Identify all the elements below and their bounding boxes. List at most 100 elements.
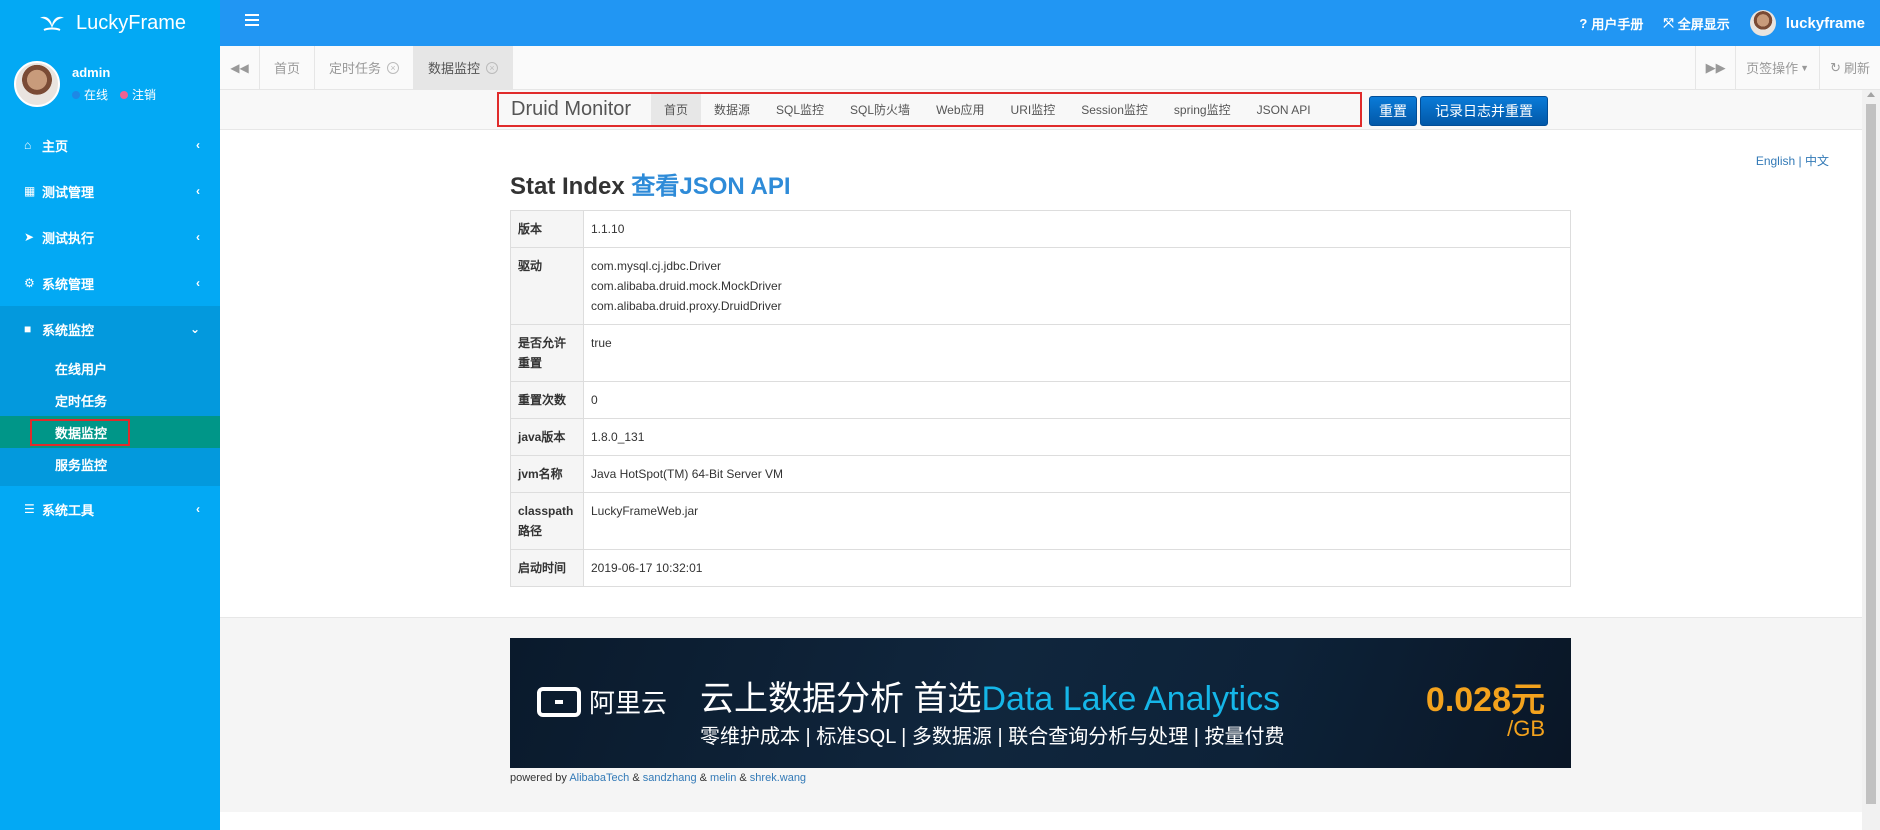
amp-separator: &: [632, 772, 640, 784]
content-scrollbar[interactable]: [1862, 90, 1880, 830]
online-status: 在线: [84, 88, 109, 102]
druid-nav-wall[interactable]: SQL防火墙: [837, 94, 923, 125]
sidebar-item-system-management[interactable]: ⚙ 系统管理 ‹: [0, 260, 220, 306]
row-value: 1.1.10: [583, 210, 1571, 248]
chevron-left-icon: ‹: [196, 276, 200, 290]
chevron-left-icon: ‹: [196, 230, 200, 244]
refresh-icon: ↻: [1830, 59, 1841, 75]
powered-prefix: powered by: [510, 772, 567, 784]
table-row: 版本 1.1.10: [510, 210, 1571, 248]
view-json-api-link[interactable]: 查看JSON API: [631, 173, 790, 200]
row-key: 是否允许重置: [510, 324, 584, 382]
submenu-label: 数据监控: [55, 425, 108, 441]
tab-home[interactable]: 首页: [260, 46, 316, 89]
user-name: admin: [72, 65, 111, 80]
sidebar-item-test-execution[interactable]: ➤ 测试执行 ‹: [0, 214, 220, 260]
close-icon[interactable]: ×: [387, 61, 400, 74]
stat-index-title: Stat Index: [510, 173, 625, 200]
chevron-left-icon: ‹: [196, 184, 200, 198]
online-dot-icon: [72, 90, 80, 99]
paper-plane-icon: ➤: [24, 230, 35, 244]
refresh-button[interactable]: ↻ 刷新: [1819, 46, 1880, 89]
author-link[interactable]: melin: [710, 772, 736, 784]
row-key: java版本: [510, 418, 584, 456]
user-manual-label: 用户手册: [1591, 16, 1644, 32]
top-bar: ? 用户手册 ⤧ 全屏显示 luckyframe: [220, 0, 1880, 46]
druid-nav-webapp[interactable]: Web应用: [923, 94, 997, 125]
row-value: Java HotSpot(TM) 64-Bit Server VM: [583, 455, 1571, 493]
druid-nav-uri[interactable]: URI监控: [998, 94, 1069, 125]
hamburger-icon[interactable]: [245, 14, 259, 29]
table-row: 是否允许重置 true: [510, 324, 1571, 382]
tab-data-monitor[interactable]: 数据监控 ×: [414, 46, 514, 89]
druid-nav-json-api[interactable]: JSON API: [1244, 94, 1324, 125]
row-key: jvm名称: [510, 455, 584, 493]
table-row: 重置次数 0: [510, 381, 1571, 419]
druid-nav-highlight: Druid Monitor 首页 数据源 SQL监控 SQL防火墙 Web应用 …: [497, 92, 1362, 127]
row-key: classpath路径: [510, 492, 584, 550]
tab-scheduled-tasks[interactable]: 定时任务 ×: [315, 46, 415, 89]
banner-headline: 云上数据分析 首选Data Lake Analytics: [700, 671, 1280, 720]
brand[interactable]: LuckyFrame: [0, 0, 220, 46]
author-link[interactable]: AlibabaTech: [569, 772, 629, 784]
value-line: com.alibaba.druid.proxy.DruidDriver: [591, 299, 782, 313]
page-ops-dropdown[interactable]: 页签操作 ▼: [1735, 46, 1819, 89]
lang-english-link[interactable]: English: [1756, 154, 1795, 168]
row-value: com.mysql.cj.jdbc.Driver com.alibaba.dru…: [583, 247, 1571, 325]
banner-subtitle: 零维护成本 | 标准SQL | 多数据源 | 联合查询分析与处理 | 按量付费: [700, 726, 1285, 748]
sidebar-item-test-management[interactable]: ▦ 测试管理 ‹: [0, 168, 220, 214]
lang-chinese-link[interactable]: 中文: [1805, 154, 1829, 168]
sidebar-item-label: 测试执行: [42, 230, 95, 246]
log-reset-button[interactable]: 记录日志并重置: [1420, 96, 1548, 126]
druid-nav-session[interactable]: Session监控: [1068, 94, 1161, 125]
submenu-service-monitor[interactable]: 服务监控: [0, 448, 220, 480]
druid-nav-spring[interactable]: spring监控: [1161, 94, 1244, 125]
druid-nav-home[interactable]: 首页: [651, 94, 702, 125]
submenu-data-monitor[interactable]: 数据监控: [0, 416, 220, 448]
submenu-online-users[interactable]: 在线用户: [0, 352, 220, 384]
logout-link[interactable]: 注销: [132, 86, 156, 103]
value-line: 1.1.10: [591, 222, 625, 236]
sidebar-item-label: 系统监控: [42, 322, 95, 338]
sidebar-item-home[interactable]: ⌂ 主页 ‹: [0, 122, 220, 168]
row-key: 重置次数: [510, 381, 584, 419]
author-link[interactable]: shrek.wang: [750, 772, 806, 784]
tab-scroll-left-icon[interactable]: ◀◀: [220, 46, 260, 89]
row-key: 版本: [510, 210, 584, 248]
bird-logo-icon: [40, 16, 64, 31]
scroll-up-icon[interactable]: [1867, 92, 1875, 97]
druid-nav-sql[interactable]: SQL监控: [763, 94, 837, 125]
powered-by: powered by AlibabaTech & sandzhang & mel…: [510, 772, 806, 784]
user-manual-link[interactable]: ? 用户手册: [1579, 14, 1643, 33]
tab-label: 定时任务: [329, 61, 382, 76]
user-menu[interactable]: luckyframe: [1749, 10, 1865, 36]
row-key: 驱动: [510, 247, 584, 325]
sidebar-item-label: 系统工具: [42, 502, 95, 518]
druid-nav-datasource[interactable]: 数据源: [701, 94, 763, 125]
value-line: LuckyFrameWeb.jar: [591, 504, 699, 518]
submenu-label: 定时任务: [55, 393, 108, 409]
druid-brand[interactable]: Druid Monitor: [499, 98, 651, 121]
language-switch: English | 中文: [1756, 152, 1829, 169]
druid-nav-list: 首页 数据源 SQL监控 SQL防火墙 Web应用 URI监控 Session监…: [651, 94, 1324, 125]
sidebar: LuckyFrame admin 在线 注销 ⌂ 主页 ‹ ▦ 测试管理 ‹ ➤…: [0, 0, 220, 830]
submenu-scheduled-tasks[interactable]: 定时任务: [0, 384, 220, 416]
reset-button[interactable]: 重置: [1369, 96, 1417, 126]
scrollbar-thumb[interactable]: [1866, 104, 1876, 804]
row-value: LuckyFrameWeb.jar: [583, 492, 1571, 550]
aliyun-ad-banner[interactable]: 阿里云 云上数据分析 首选Data Lake Analytics 零维护成本 |…: [510, 638, 1571, 768]
row-key: 启动时间: [510, 549, 584, 587]
avatar[interactable]: [14, 61, 60, 107]
fullscreen-button[interactable]: ⤧ 全屏显示: [1663, 14, 1729, 33]
page-ops-label: 页签操作: [1746, 61, 1799, 76]
close-icon[interactable]: ×: [486, 61, 499, 74]
sidebar-item-system-tools[interactable]: ☰ 系统工具 ‹: [0, 486, 220, 532]
value-line: true: [591, 336, 612, 350]
value-line: 1.8.0_131: [591, 430, 645, 444]
tab-scroll-right-icon[interactable]: ▶▶: [1695, 46, 1735, 89]
sidebar-item-system-monitor[interactable]: ■ 系统监控 ⌄: [0, 306, 220, 352]
author-link[interactable]: sandzhang: [643, 772, 697, 784]
tabs-bar: ◀◀ 首页 定时任务 × 数据监控 × ▶▶ 页签操作 ▼ ↻ 刷新: [220, 46, 1880, 90]
aliyun-logo-icon: [537, 686, 581, 717]
refresh-label: 刷新: [1843, 61, 1870, 76]
